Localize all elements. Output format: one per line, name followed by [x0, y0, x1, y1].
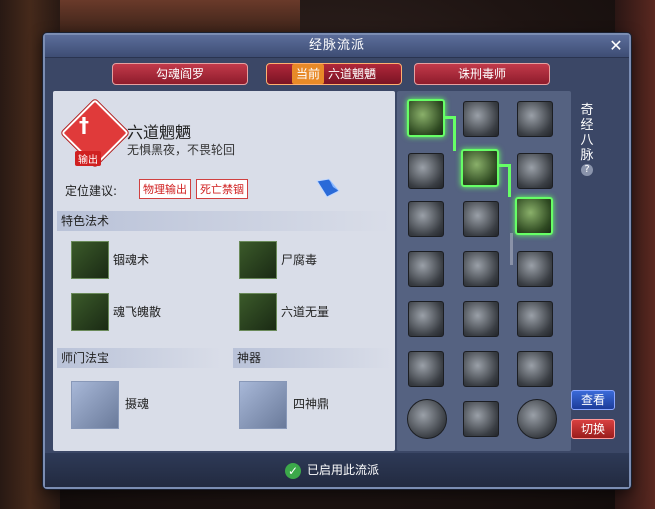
school-motto: 无惧黑夜，不畏轮回: [127, 143, 236, 157]
cauldron-icon: [239, 381, 287, 429]
meridian-link: [510, 233, 513, 265]
meridian-node[interactable]: [407, 99, 445, 137]
meridian-node[interactable]: [461, 149, 499, 187]
meridian-node[interactable]: [463, 251, 499, 287]
position-label: 定位建议:: [65, 184, 118, 198]
current-marker: 当前: [291, 64, 324, 84]
skill-guhun[interactable]: 锢魂术: [71, 241, 191, 281]
section-artifact: 神器: [233, 348, 391, 368]
school-name: 六道魍魉: [127, 123, 192, 142]
status-text: 已启用此流派: [307, 463, 380, 477]
treasure-item[interactable]: 摄魂: [71, 381, 211, 429]
meridian-node[interactable]: [517, 251, 553, 287]
treasure-label: 摄魂: [125, 397, 150, 411]
meridian-node[interactable]: [463, 201, 499, 237]
switch-button[interactable]: 切换: [571, 419, 615, 439]
sword-glyph: †: [79, 113, 89, 137]
role-tag: 输出: [75, 151, 101, 166]
meridian-node[interactable]: [408, 251, 444, 287]
skull-icon: [239, 241, 277, 279]
background-top-decor: [60, 0, 300, 34]
meridian-link: [453, 116, 456, 151]
meridian-title: 奇经八脉: [580, 103, 594, 163]
meridian-node[interactable]: [408, 351, 444, 387]
meridian-link: [508, 164, 511, 197]
meridian-node[interactable]: [515, 197, 553, 235]
section-special-skills: 特色法术: [57, 211, 391, 231]
tab-label: 勾魂阎罗: [155, 67, 204, 81]
meridian-node[interactable]: [463, 301, 499, 337]
close-icon[interactable]: ✕: [607, 37, 625, 55]
skill-label: 魂飞魄散: [113, 305, 162, 319]
meridian-node[interactable]: [408, 153, 444, 189]
banner-icon: [71, 381, 119, 429]
meridian-node[interactable]: [517, 399, 557, 439]
vortex-icon: [239, 293, 277, 331]
status-line: ✓ 已启用此流派: [285, 461, 379, 479]
skill-label: 六道无量: [281, 305, 330, 319]
meridian-node[interactable]: [517, 301, 553, 337]
skill-label: 锢魂术: [113, 253, 150, 267]
skill-label: 尸腐毒: [281, 253, 318, 267]
meridian-panel: [397, 91, 571, 451]
meridian-node[interactable]: [517, 351, 553, 387]
title-bar: 经脉流派 ✕: [45, 35, 629, 58]
meridian-node[interactable]: [463, 101, 499, 137]
meridian-node[interactable]: [463, 351, 499, 387]
meridian-node[interactable]: [517, 153, 553, 189]
school-window: 经脉流派 ✕ 勾魂阎罗 当前 六道魍魉 诛刑毒师 † 输出 六道魍魉 无惧黑夜，不…: [43, 33, 631, 489]
help-icon[interactable]: ?: [581, 164, 593, 176]
tab-label: 六道魍魉: [328, 67, 377, 81]
badge-physical-output: 物理输出: [139, 179, 191, 199]
meridian-node[interactable]: [517, 101, 553, 137]
check-icon: ✓: [285, 462, 301, 479]
skill-hunfei[interactable]: 魂飞魄散: [71, 293, 191, 333]
meridian-node[interactable]: [407, 399, 447, 439]
skill-shifu[interactable]: 尸腐毒: [239, 241, 359, 281]
ghost-icon: [71, 241, 109, 279]
skill-liudao[interactable]: 六道无量: [239, 293, 359, 333]
meridian-node[interactable]: [463, 401, 499, 437]
badge-death-seal: 死亡禁锢: [196, 179, 248, 199]
artifact-label: 四神鼎: [293, 397, 330, 411]
tab-label: 诛刑毒师: [457, 67, 506, 81]
artifact-item[interactable]: 四神鼎: [239, 381, 379, 429]
footer-bar: ✓ 已启用此流派: [45, 453, 629, 487]
tab-zhuxing[interactable]: 诛刑毒师: [414, 63, 550, 85]
view-button[interactable]: 查看: [571, 390, 615, 410]
tab-gouhun[interactable]: 勾魂阎罗: [112, 63, 248, 85]
gem-icon[interactable]: [315, 177, 341, 199]
tab-liudao[interactable]: 当前 六道魍魉: [266, 63, 402, 85]
meridian-node[interactable]: [408, 301, 444, 337]
spirits-icon: [71, 293, 109, 331]
window-title: 经脉流派: [308, 38, 365, 53]
school-info-panel: † 输出 六道魍魉 无惧黑夜，不畏轮回 定位建议: 物理输出 死亡禁锢 特色法术…: [53, 91, 395, 451]
meridian-node[interactable]: [408, 201, 444, 237]
section-sect-treasure: 师门法宝: [57, 348, 221, 368]
school-tabs: 勾魂阎罗 当前 六道魍魉 诛刑毒师: [45, 63, 629, 85]
